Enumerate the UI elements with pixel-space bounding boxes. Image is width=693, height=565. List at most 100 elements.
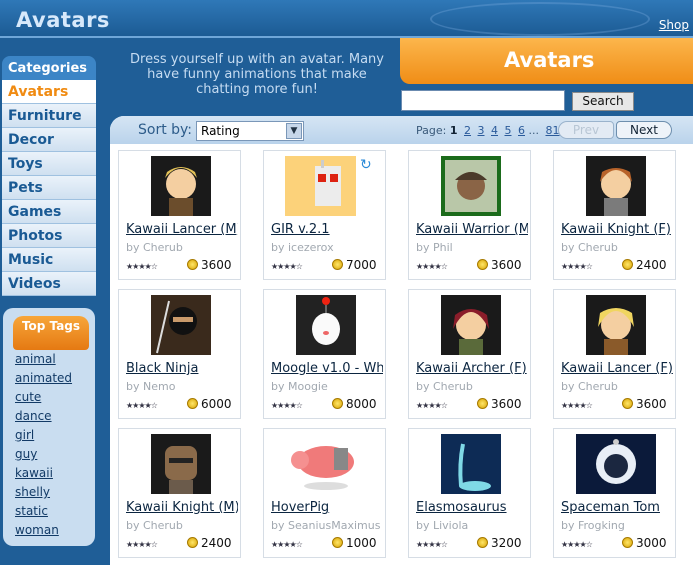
avatar-author: by Liviola [416, 519, 469, 532]
header-title: Avatars [16, 8, 110, 32]
avatar-price: 1000 [346, 536, 377, 550]
coin-icon [477, 537, 488, 548]
category-list: Avatars Furniture Decor Toys Pets Games … [2, 80, 96, 296]
avatar-author: by Cherub [126, 241, 183, 254]
category-furniture[interactable]: Furniture [2, 104, 96, 128]
shop-link[interactable]: Shop [659, 18, 689, 32]
rating-stars: ★★★★☆ [561, 540, 593, 549]
tag-link[interactable]: animated [15, 369, 72, 388]
avatar-price: 3600 [636, 397, 667, 411]
sort-select-value: Rating [201, 124, 240, 138]
tag-link[interactable]: kawaii [15, 464, 72, 483]
tag-link[interactable]: static [15, 502, 72, 521]
hoverpig-thumbnail[interactable] [286, 434, 366, 494]
category-pets[interactable]: Pets [2, 176, 96, 200]
avatar-card[interactable]: Kawaii Lancer (F) by Cherub ★★★★☆ 3600 [553, 289, 676, 419]
tag-link[interactable]: animal [15, 350, 72, 369]
kawaii-lancer-f-thumbnail[interactable] [586, 295, 646, 355]
avatar-title[interactable]: Black Ninja [126, 361, 238, 376]
category-music[interactable]: Music [2, 248, 96, 272]
avatar-card[interactable]: Kawaii Archer (F) by Cherub ★★★★☆ 3600 [408, 289, 531, 419]
page-label: Page: [416, 124, 447, 137]
category-decor[interactable]: Decor [2, 128, 96, 152]
elasmosaurus-thumbnail[interactable] [441, 434, 501, 494]
kawaii-knight-m-thumbnail[interactable] [151, 434, 211, 494]
category-photos[interactable]: Photos [2, 224, 96, 248]
avatar-card[interactable]: Black Ninja by Nemo ★★★★☆ 6000 [118, 289, 241, 419]
avatar-card[interactable]: Kawaii Lancer (M) by Cherub ★★★★☆ 3600 [118, 150, 241, 280]
page-link[interactable]: 6 [518, 124, 525, 137]
rating-stars: ★★★★☆ [416, 540, 448, 549]
tag-link[interactable]: shelly [15, 483, 72, 502]
tag-link[interactable]: guy [15, 445, 72, 464]
top-tags-badge: Top Tags [13, 316, 89, 350]
avatar-card[interactable]: Kawaii Knight (M) by Cherub ★★★★☆ 2400 [118, 428, 241, 558]
avatar-card[interactable]: HoverPig by SeaniusMaximus ★★★★☆ 1000 [263, 428, 386, 558]
rating-stars: ★★★★☆ [271, 401, 303, 410]
rating-stars: ★★★★☆ [271, 262, 303, 271]
moogle-thumbnail[interactable] [296, 295, 356, 355]
tag-link[interactable]: woman [15, 521, 72, 540]
category-games[interactable]: Games [2, 200, 96, 224]
tag-link[interactable]: cute [15, 388, 72, 407]
avatar-title[interactable]: Kawaii Lancer (F) [561, 361, 673, 376]
page-link[interactable]: 2 [464, 124, 471, 137]
avatar-price: 3600 [491, 258, 522, 272]
avatar-author: by Moogie [271, 380, 328, 393]
avatar-title[interactable]: Spaceman Tom [561, 500, 673, 515]
avatar-price: 6000 [201, 397, 232, 411]
avatar-title[interactable]: Kawaii Lancer (M) [126, 222, 238, 237]
tag-link[interactable]: dance [15, 407, 72, 426]
rating-stars: ★★★★☆ [561, 401, 593, 410]
avatar-title[interactable]: Kawaii Knight (F) [561, 222, 673, 237]
categories-caption: Categories [2, 56, 96, 80]
page-link[interactable]: 4 [491, 124, 498, 137]
avatar-card[interactable]: Elasmosaurus by Liviola ★★★★☆ 3200 [408, 428, 531, 558]
avatar-results-panel: Sort by: Rating ▼ Page: 1 2 3 4 5 6 ... … [110, 116, 693, 565]
coin-icon [477, 259, 488, 270]
kawaii-knight-f-thumbnail[interactable] [586, 156, 646, 216]
coin-icon [622, 259, 633, 270]
category-videos[interactable]: Videos [2, 272, 96, 296]
avatar-price: 2400 [636, 258, 667, 272]
categories-caption-label: Categories [8, 61, 88, 76]
black-ninja-thumbnail[interactable] [151, 295, 211, 355]
avatar-title[interactable]: Elasmosaurus [416, 500, 528, 515]
sort-select[interactable]: Rating ▼ [196, 121, 304, 141]
category-toys[interactable]: Toys [2, 152, 96, 176]
section-banner: Avatars [400, 38, 693, 84]
avatar-card[interactable]: Kawaii Knight (F) by Cherub ★★★★☆ 2400 [553, 150, 676, 280]
search-input[interactable] [401, 90, 565, 111]
avatar-title[interactable]: Moogle v1.0 - White [271, 361, 383, 376]
avatar-title[interactable]: Kawaii Knight (M) [126, 500, 238, 515]
top-tags-badge-label: Top Tags [21, 319, 81, 333]
avatar-title[interactable]: Kawaii Warrior (M) [416, 222, 528, 237]
avatar-title[interactable]: GIR v.2.1 [271, 222, 383, 237]
avatar-title[interactable]: HoverPig [271, 500, 383, 515]
page-link[interactable]: 5 [505, 124, 512, 137]
spaceman-tom-thumbnail[interactable] [576, 434, 656, 494]
prev-button[interactable]: Prev [558, 121, 614, 139]
rating-stars: ★★★★☆ [416, 401, 448, 410]
category-avatars[interactable]: Avatars [2, 80, 96, 104]
search-button[interactable]: Search [572, 92, 634, 111]
tag-link[interactable]: girl [15, 426, 72, 445]
avatar-title[interactable]: Kawaii Archer (F) [416, 361, 528, 376]
gir-thumbnail[interactable] [274, 156, 356, 216]
avatar-card[interactable]: Kawaii Warrior (M) by Phil ★★★★☆ 3600 [408, 150, 531, 280]
pagination: Page: 1 2 3 4 5 6 ... 81 [416, 124, 560, 137]
animated-icon: ↻ [360, 157, 372, 173]
rating-stars: ★★★★☆ [126, 401, 158, 410]
kawaii-lancer-m-thumbnail[interactable] [151, 156, 211, 216]
top-tags-panel: Top Tags animal animated cute dance girl… [3, 308, 95, 546]
next-button[interactable]: Next [616, 121, 672, 139]
avatar-author: by SeaniusMaximus [271, 519, 381, 532]
coin-icon [332, 398, 343, 409]
avatar-price: 3600 [491, 397, 522, 411]
avatar-card[interactable]: Spaceman Tom by Frogking ★★★★☆ 3000 [553, 428, 676, 558]
page-link[interactable]: 3 [478, 124, 485, 137]
avatar-card[interactable]: ↻ GIR v.2.1 by icezerox ★★★★☆ 7000 [263, 150, 386, 280]
avatar-card[interactable]: Moogle v1.0 - White by Moogie ★★★★☆ 8000 [263, 289, 386, 419]
kawaii-warrior-m-thumbnail[interactable] [441, 156, 501, 216]
kawaii-archer-f-thumbnail[interactable] [441, 295, 501, 355]
